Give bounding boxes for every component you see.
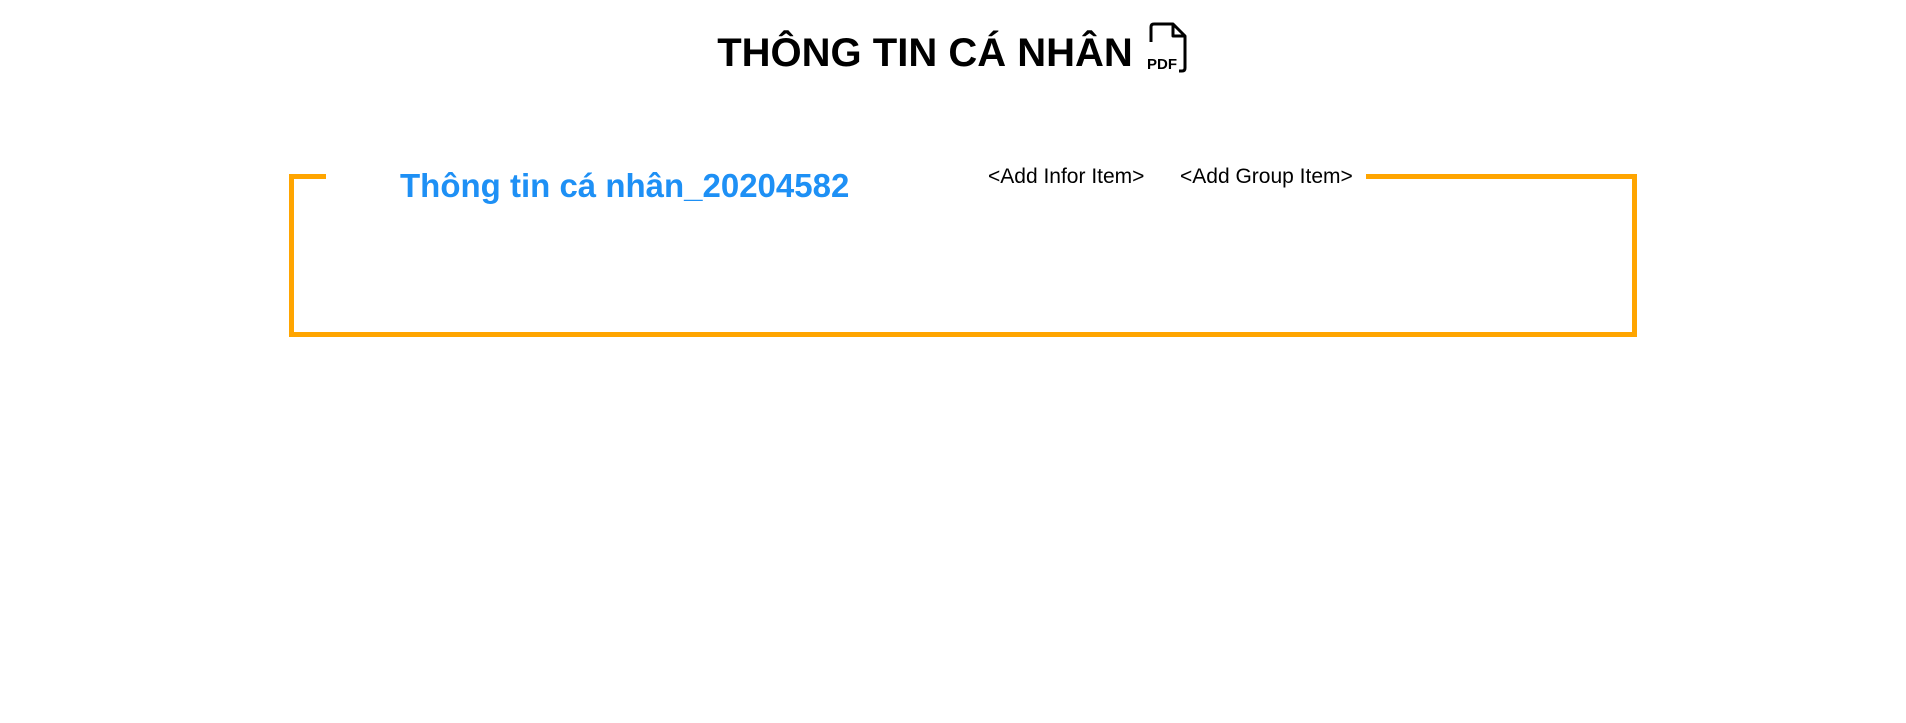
- group-frame-top-right-segment: [1366, 174, 1637, 179]
- pdf-icon-label: PDF: [1147, 56, 1177, 73]
- group-title: Thông tin cá nhân_20204582: [400, 167, 850, 204]
- add-group-item-link[interactable]: <Add Group Item>: [1180, 164, 1353, 190]
- pdf-export-icon[interactable]: PDF: [1143, 22, 1189, 74]
- page-header: THÔNG TIN CÁ NHÂN PDF: [0, 22, 1906, 78]
- page-title: THÔNG TIN CÁ NHÂN: [717, 31, 1133, 75]
- add-infor-item-link[interactable]: <Add Infor Item>: [988, 164, 1144, 190]
- group-frame-top-left-segment: [289, 174, 326, 179]
